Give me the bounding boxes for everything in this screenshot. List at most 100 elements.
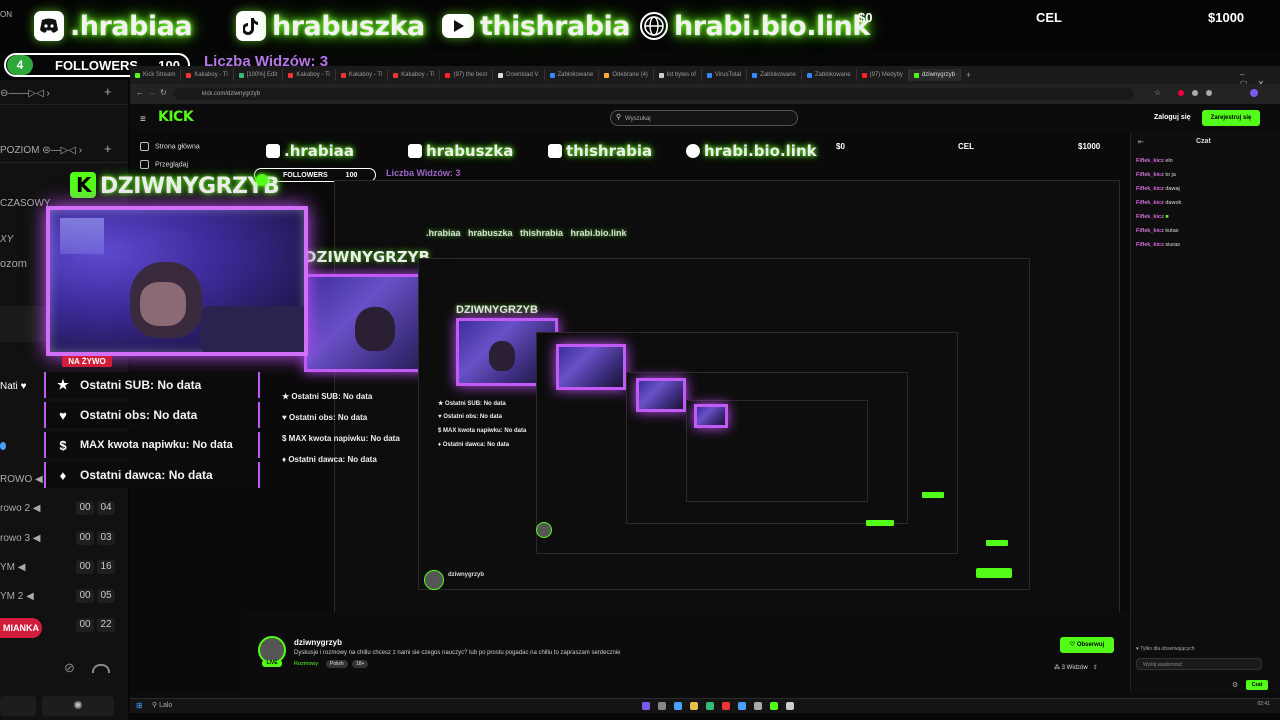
dock-row-ym[interactable]: YM ◀ [0,562,25,573]
nested-stat: ♥ Ostatni obs: No data [438,414,502,420]
browser-tab-active[interactable]: dziwnygrzyb [908,69,961,81]
browser-tab[interactable]: Kakaboy - Ti [283,69,336,81]
nested-stat: ★ Ostatni SUB: No data [282,392,373,401]
live-badge: LIVE [262,660,282,667]
tab-favicon-icon [549,72,555,78]
browser-tab[interactable]: Kakaboy - Ti [181,69,234,81]
extension-icon[interactable] [1192,90,1198,96]
taskbar-app-icon[interactable] [722,702,730,710]
dock-badge-mianka[interactable]: MIANKA [0,618,42,638]
add-icon[interactable]: + [104,141,112,156]
forward-icon[interactable]: → [148,88,156,97]
stream-tag[interactable]: 18+ [352,660,369,668]
profile-avatar[interactable] [1250,89,1258,97]
search-input[interactable]: Wyszukaj [610,110,798,126]
nested-follow-button [986,540,1008,546]
url-input[interactable]: kick.com/dziwnygrzyb [174,88,1134,100]
hangup-icon[interactable] [92,664,110,673]
youtube-icon [442,14,474,38]
streamer-name-link[interactable]: dziwnygrzyb [294,638,342,647]
stream-description: Dyskusje i rozmowy na chillu chcesz z na… [294,650,621,656]
nav-browse[interactable]: Przeglądaj [140,160,188,169]
taskbar-app-icon[interactable] [674,702,682,710]
taskbar-app-icon[interactable] [770,702,778,710]
new-tab-button[interactable]: + [961,69,976,81]
nested-webcam [556,344,626,390]
chat-message: Fiflek_kicz ■ [1136,214,1169,220]
dock-button[interactable] [0,696,36,716]
discord-link: .hrabiaa [34,6,193,46]
taskbar-app-icon[interactable] [706,702,714,710]
browser-tab[interactable]: Kakaboy - Ti [388,69,441,81]
dock-row-rowo-2[interactable]: rowo 2 ◀ [0,503,40,514]
collapse-chat-icon[interactable]: ⇤ [1138,138,1144,146]
nav-home[interactable]: Strona główna [140,142,200,151]
nested-avatar [536,522,552,538]
browser-tab[interactable]: (97) the best [440,69,494,81]
register-button[interactable]: Zarejestruj się [1202,110,1260,126]
browse-icon [140,160,149,169]
taskbar-app-icon[interactable] [642,702,650,710]
tab-favicon-icon [706,72,712,78]
taskbar-app-icon[interactable] [658,702,666,710]
chat-title: Czat [1196,138,1211,145]
nested-person [489,341,515,371]
browser-tab[interactable]: [100%] Edit [234,69,284,81]
taskbar-app-icon[interactable] [738,702,746,710]
dock-time: 00 05 [76,589,118,603]
stream-tag[interactable]: Polish [326,660,348,668]
back-icon[interactable]: ← [136,88,144,97]
tab-favicon-icon [340,72,346,78]
taskbar-app-icon[interactable] [690,702,698,710]
extension-icon[interactable] [1206,90,1212,96]
menu-icon[interactable]: ≡ [140,114,146,125]
follow-button[interactable]: ♡ Obserwuj [1060,637,1114,653]
chat-send-button[interactable]: Czat [1246,680,1268,690]
browser-tab[interactable]: lot bytes of [654,69,702,81]
stream-video[interactable]: .hrabiaa hrabuszka thishrabia hrabi.bio.… [246,132,1130,622]
dock-row-rowo-3[interactable]: rowo 3 ◀ [0,533,40,544]
discord-icon [266,144,280,158]
chat-message: Fiflek_kicz siuras [1136,242,1181,248]
dock-row-ozom[interactable]: ozom [0,258,27,270]
extension-icon[interactable] [1178,90,1184,96]
browser-tab[interactable]: VirusTotal [702,69,748,81]
nested-overlay-socials: .hrabiaa hrabuszka thishrabia hrabi.bio.… [426,228,627,238]
dock-row-ym-2[interactable]: YM 2 ◀ [0,591,34,602]
browser-tab[interactable]: Download V [493,69,545,81]
dock-row-rowo[interactable]: ROWO ◀ [0,474,43,485]
dock-row-poziom[interactable]: POZIOM ⊜—▷◁ › [0,145,82,156]
emote-icon: ■ [1165,214,1169,220]
add-icon[interactable]: + [104,84,112,99]
browser-tab[interactable]: Zablokowane [747,69,802,81]
tab-favicon-icon [604,72,610,78]
kick-logo[interactable]: KICK [158,109,194,125]
chat-input[interactable]: Wyślij wiadomość [1136,658,1262,670]
tiktok-link: hrabuszka [236,6,425,46]
chat-message: Fiflek_kicz elo [1136,158,1173,164]
browser-tab[interactable]: Kick Stream [130,69,182,81]
browser-tab[interactable]: Zablokowane [545,69,600,81]
dock-row-nati[interactable]: Nati ♥ [0,381,27,392]
webcam-couch [200,306,304,352]
taskbar-app-icon[interactable] [754,702,762,710]
reload-icon[interactable]: ↻ [160,88,167,97]
dock-row-czasowy[interactable]: CZASOWY [0,198,51,209]
taskbar-search[interactable]: ⚲ Lalo [152,701,172,709]
chat-settings-icon[interactable]: ⚙ [1232,681,1238,689]
bookmark-star-icon[interactable]: ☆ [1154,88,1161,97]
login-button[interactable]: Zaloguj się [1154,114,1191,121]
stream-category[interactable]: Rozmowy [294,661,318,667]
browser-tab[interactable]: Zablokowane [802,69,857,81]
settings-icon[interactable]: ✺ [42,696,114,716]
stat-last-sub: ★ Ostatni SUB: No data [44,372,260,398]
taskbar-app-icon[interactable] [786,702,794,710]
tab-favicon-icon [393,72,399,78]
browser-tab[interactable]: Kakaboy - Ti [336,69,389,81]
browser-tab[interactable]: (97) Medyby [857,69,909,81]
mute-mic-icon[interactable]: ⊘ [64,660,75,676]
browser-tab[interactable]: Odebrane (4) [599,69,654,81]
webcam-person-face [140,282,186,326]
windows-start-icon[interactable]: ⊞ [136,701,143,710]
dock-row-xy[interactable]: XY [0,234,13,245]
